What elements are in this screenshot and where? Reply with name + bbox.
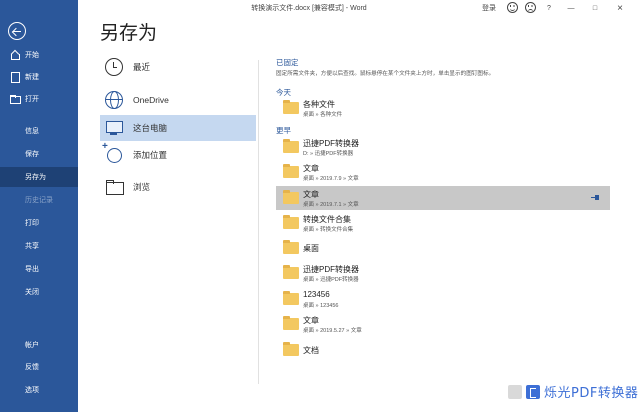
- location-browse[interactable]: 浏览: [100, 174, 256, 200]
- pin-icon[interactable]: [591, 195, 600, 200]
- folder-row[interactable]: 迅捷PDF转换器 桌面 » 迅捷PDF转换器: [276, 261, 610, 285]
- login-link[interactable]: 登录: [478, 0, 500, 18]
- sidebar-item-new[interactable]: 新建: [0, 67, 78, 87]
- folder-row[interactable]: 转换文件合集 桌面 » 转换文件合集: [276, 211, 610, 235]
- folder-path: 桌面 » 转换文件合集: [303, 227, 354, 233]
- watermark-logo-icon: [526, 384, 540, 399]
- location-onedrive[interactable]: OneDrive: [100, 87, 256, 113]
- folder-row[interactable]: 123456 桌面 » 123456: [276, 287, 610, 311]
- watermark-box-icon: [508, 384, 522, 399]
- folder-icon: [283, 164, 299, 178]
- folder-path: 桌面 » 2019.7.9 » 文章: [303, 176, 359, 182]
- folder-name: 转换文件合集: [303, 215, 351, 224]
- sidebar-item-open[interactable]: 打开: [0, 89, 78, 109]
- folder-icon: [283, 190, 299, 204]
- sidebar-item-close[interactable]: 关闭: [0, 282, 78, 302]
- pinned-heading: 已固定: [276, 58, 299, 67]
- watermark: 烁光PDF转换器: [508, 382, 638, 401]
- minimize-button[interactable]: —: [562, 0, 580, 18]
- folder-name: 各种文件: [303, 100, 335, 109]
- folder-icon: [283, 291, 299, 305]
- location-label: 这台电脑: [133, 123, 168, 133]
- open-folder-icon: [10, 94, 21, 104]
- watermark-text: 烁光PDF转换器: [544, 386, 639, 401]
- folder-name: 文章: [303, 164, 319, 173]
- location-label: OneDrive: [133, 95, 169, 105]
- home-icon: [10, 50, 20, 60]
- folder-name: 迅捷PDF转换器: [303, 139, 359, 148]
- location-recent[interactable]: 最近: [100, 54, 256, 80]
- folder-icon: [283, 240, 299, 254]
- window-title: 转换演示文件.docx [兼容模式] - Word: [251, 5, 367, 12]
- folder-name: 桌面: [303, 244, 319, 253]
- folder-name: 文章: [303, 316, 319, 325]
- folder-icon: [283, 316, 299, 330]
- folder-row[interactable]: 文章 桌面 » 2019.7.9 » 文章: [276, 160, 610, 184]
- folder-icon: [283, 100, 299, 114]
- location-this-pc[interactable]: 这台电脑: [100, 115, 256, 141]
- folder-path: 桌面 » 2019.5.27 » 文章: [303, 328, 362, 334]
- sidebar-item-info[interactable]: 信息: [0, 121, 78, 141]
- folder-icon: [283, 139, 299, 153]
- sidebar-item-label: 新建: [25, 74, 39, 81]
- folder-row[interactable]: 文章 桌面 » 2019.7.1 » 文章: [276, 186, 610, 210]
- sidebar-item-label: 打开: [25, 96, 39, 103]
- pane-divider: [258, 60, 259, 384]
- globe-icon: [105, 91, 123, 109]
- folder-path: 桌面 » 各种文件: [303, 112, 343, 118]
- folder-row[interactable]: 文章 桌面 » 2019.5.27 » 文章: [276, 312, 610, 336]
- sidebar-item-share[interactable]: 共享: [0, 236, 78, 256]
- sidebar-item-save-as[interactable]: 另存为: [0, 167, 78, 187]
- folder-icon: [283, 215, 299, 229]
- folder-icon: [105, 178, 124, 196]
- help-button[interactable]: ?: [542, 0, 556, 18]
- folder-row[interactable]: 各种文件 桌面 » 各种文件: [276, 96, 610, 120]
- sidebar-item-options[interactable]: 选项: [0, 380, 78, 400]
- location-add-place[interactable]: 添加位置: [100, 141, 256, 168]
- smile-feedback-icon[interactable]: [505, 0, 519, 18]
- close-button[interactable]: ×: [610, 0, 630, 18]
- location-label: 浏览: [133, 182, 151, 192]
- pinned-description: 固定所需文件夹，方便以后查找。鼠标悬停在某个文件夹上方时，单击显示的图钉图标。: [276, 71, 495, 77]
- restore-button[interactable]: □: [586, 0, 604, 18]
- location-label: 最近: [133, 62, 151, 72]
- folder-icon: [283, 265, 299, 279]
- add-location-icon: [102, 141, 123, 164]
- folder-icon: [283, 342, 299, 356]
- folder-row[interactable]: 桌面: [276, 236, 610, 260]
- sidebar-item-feedback[interactable]: 反馈: [0, 357, 78, 377]
- folder-name: 文章: [303, 190, 319, 199]
- location-label: 添加位置: [133, 150, 168, 160]
- folder-path: D: » 迅捷PDF转换器: [303, 151, 354, 157]
- sidebar-item-export[interactable]: 导出: [0, 259, 78, 279]
- frown-feedback-icon[interactable]: [523, 0, 537, 18]
- sidebar-item-save[interactable]: 保存: [0, 144, 78, 164]
- folder-name: 文档: [303, 346, 319, 355]
- sidebar-item-print[interactable]: 打印: [0, 213, 78, 233]
- sidebar-item-account[interactable]: 帐户: [0, 335, 78, 355]
- folder-name: 123456: [303, 290, 330, 299]
- sidebar-item-home[interactable]: 开始: [0, 45, 78, 65]
- folder-path: 桌面 » 迅捷PDF转换器: [303, 277, 359, 283]
- clock-icon: [105, 58, 123, 76]
- backstage-sidebar: 开始 新建 打开 信息 保存 另存为 历史记录 打印 共享 导出 关闭 帐户 反…: [0, 0, 78, 412]
- sidebar-item-history: 历史记录: [25, 197, 53, 204]
- new-document-icon: [10, 72, 20, 83]
- folder-row[interactable]: 文档: [276, 338, 610, 362]
- folder-name: 迅捷PDF转换器: [303, 265, 359, 274]
- folder-path: 桌面 » 123456: [303, 303, 339, 309]
- sidebar-item-label: 开始: [25, 52, 39, 59]
- back-arrow-icon[interactable]: [8, 22, 26, 40]
- folder-path: 桌面 » 2019.7.1 » 文章: [303, 202, 359, 208]
- computer-icon: [105, 119, 123, 137]
- folder-row[interactable]: 迅捷PDF转换器 D: » 迅捷PDF转换器: [276, 135, 610, 159]
- page-title: 另存为: [100, 22, 158, 44]
